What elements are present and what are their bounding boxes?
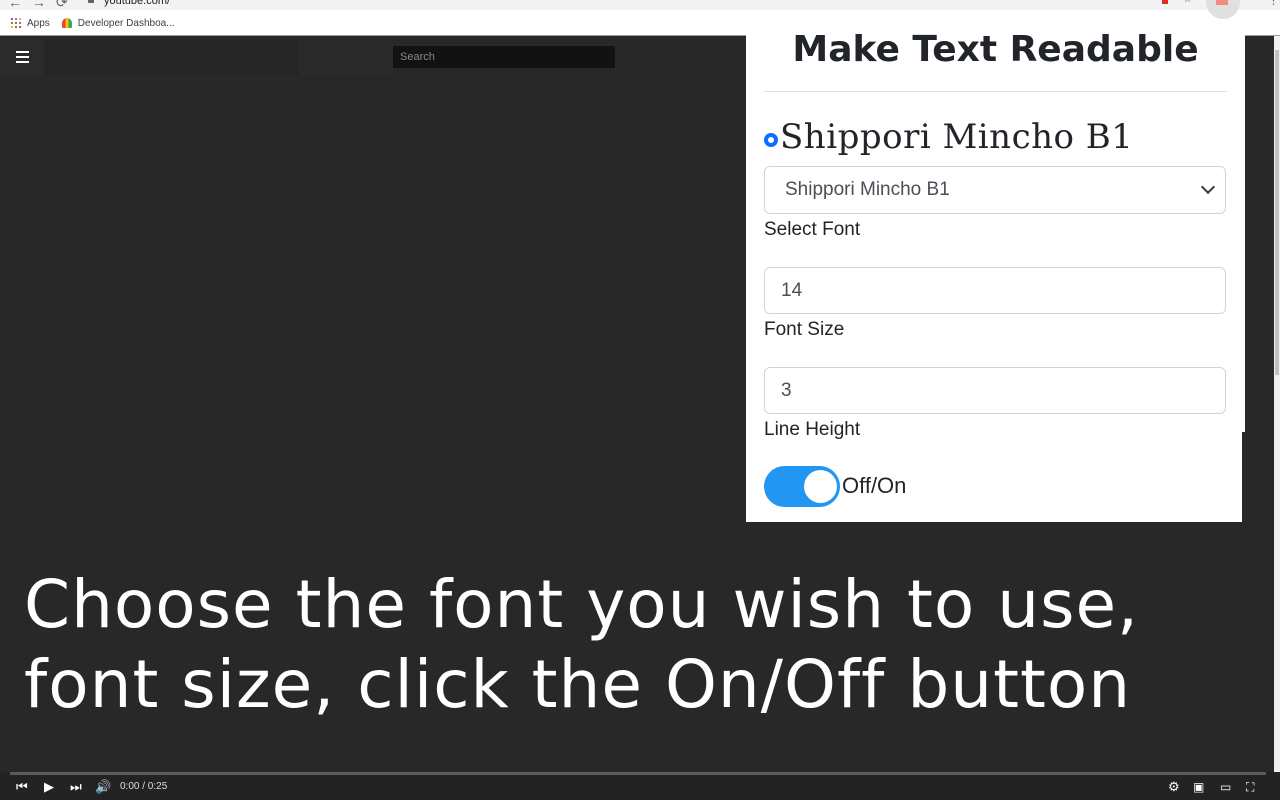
header-background (299, 41, 393, 75)
previous-icon[interactable]: ⏮ (16, 780, 28, 794)
panel-edge (1242, 432, 1246, 522)
lock-icon (88, 0, 94, 3)
select-font-label: Select Font (764, 219, 861, 240)
browser-nav-buttons[interactable]: ←→⟳ (8, 0, 78, 11)
line-height-input[interactable] (764, 367, 1226, 414)
progress-bar[interactable] (10, 772, 1266, 775)
apps-grid-icon[interactable] (11, 18, 21, 28)
extension-icon[interactable] (1162, 0, 1168, 4)
time-display: 0:00 / 0:25 (120, 781, 168, 792)
popup-title: Make Text Readable (792, 29, 1199, 70)
line-height-label: Line Height (764, 419, 861, 440)
player-controls: ⏮ ▶ ⏭ 🔊 0:00 / 0:25 ⚙ ▣ ▭ ⛶ (0, 772, 1280, 800)
font-preview-text: Shippori Mincho B1 (780, 117, 1134, 157)
youtube-header (0, 37, 746, 77)
address-bar[interactable] (80, 0, 1200, 10)
scrollbar-thumb[interactable] (1275, 50, 1279, 375)
fullscreen-icon[interactable]: ⛶ (1246, 780, 1254, 794)
video-caption: Choose the font you wish to use, font si… (24, 566, 1140, 723)
chrome-web-store-icon (61, 18, 72, 28)
extension-profile-button[interactable] (1206, 0, 1240, 19)
extension-popup: Make Text Readable Shippori Mincho B1 Sh… (746, 30, 1245, 522)
toggle-knob (804, 469, 837, 503)
bookmark-developer-dashboard[interactable]: Developer Dashboa... (78, 18, 175, 29)
font-preview: Shippori Mincho B1 (764, 116, 1227, 158)
miniplayer-icon[interactable]: ▣ (1193, 780, 1204, 794)
hamburger-menu-button[interactable] (0, 38, 44, 75)
search-input[interactable] (393, 46, 615, 68)
toggle-row: Off/On (764, 465, 1227, 507)
bookmark-apps[interactable]: Apps (27, 18, 50, 29)
menu-icon (15, 49, 29, 64)
settings-gear-icon[interactable]: ⚙ (1168, 780, 1180, 794)
extension-logo-icon (1216, 0, 1228, 5)
play-icon[interactable]: ▶ (44, 780, 54, 794)
font-size-input[interactable] (764, 267, 1226, 314)
on-off-toggle[interactable] (764, 465, 840, 507)
font-select-value: Shippori Mincho B1 (785, 179, 950, 200)
font-size-label: Font Size (764, 319, 845, 340)
bookmarks-bar: Apps Developer Dashboa... (0, 14, 175, 32)
chevron-down-icon (1200, 179, 1216, 195)
next-icon[interactable]: ⏭ (70, 780, 82, 794)
theater-mode-icon[interactable]: ▭ (1220, 780, 1231, 794)
divider (764, 91, 1227, 92)
font-radio[interactable] (764, 133, 778, 147)
browser-menu-icon[interactable]: ⋮ (1268, 0, 1279, 7)
url-text[interactable]: youtube.com/ (104, 0, 170, 7)
toggle-label: Off/On (842, 473, 907, 498)
header-background (44, 41, 299, 75)
bookmark-star-icon[interactable]: ☆ (1183, 0, 1192, 5)
font-select[interactable]: Shippori Mincho B1 (764, 166, 1226, 214)
volume-icon[interactable]: 🔊 (95, 780, 111, 794)
